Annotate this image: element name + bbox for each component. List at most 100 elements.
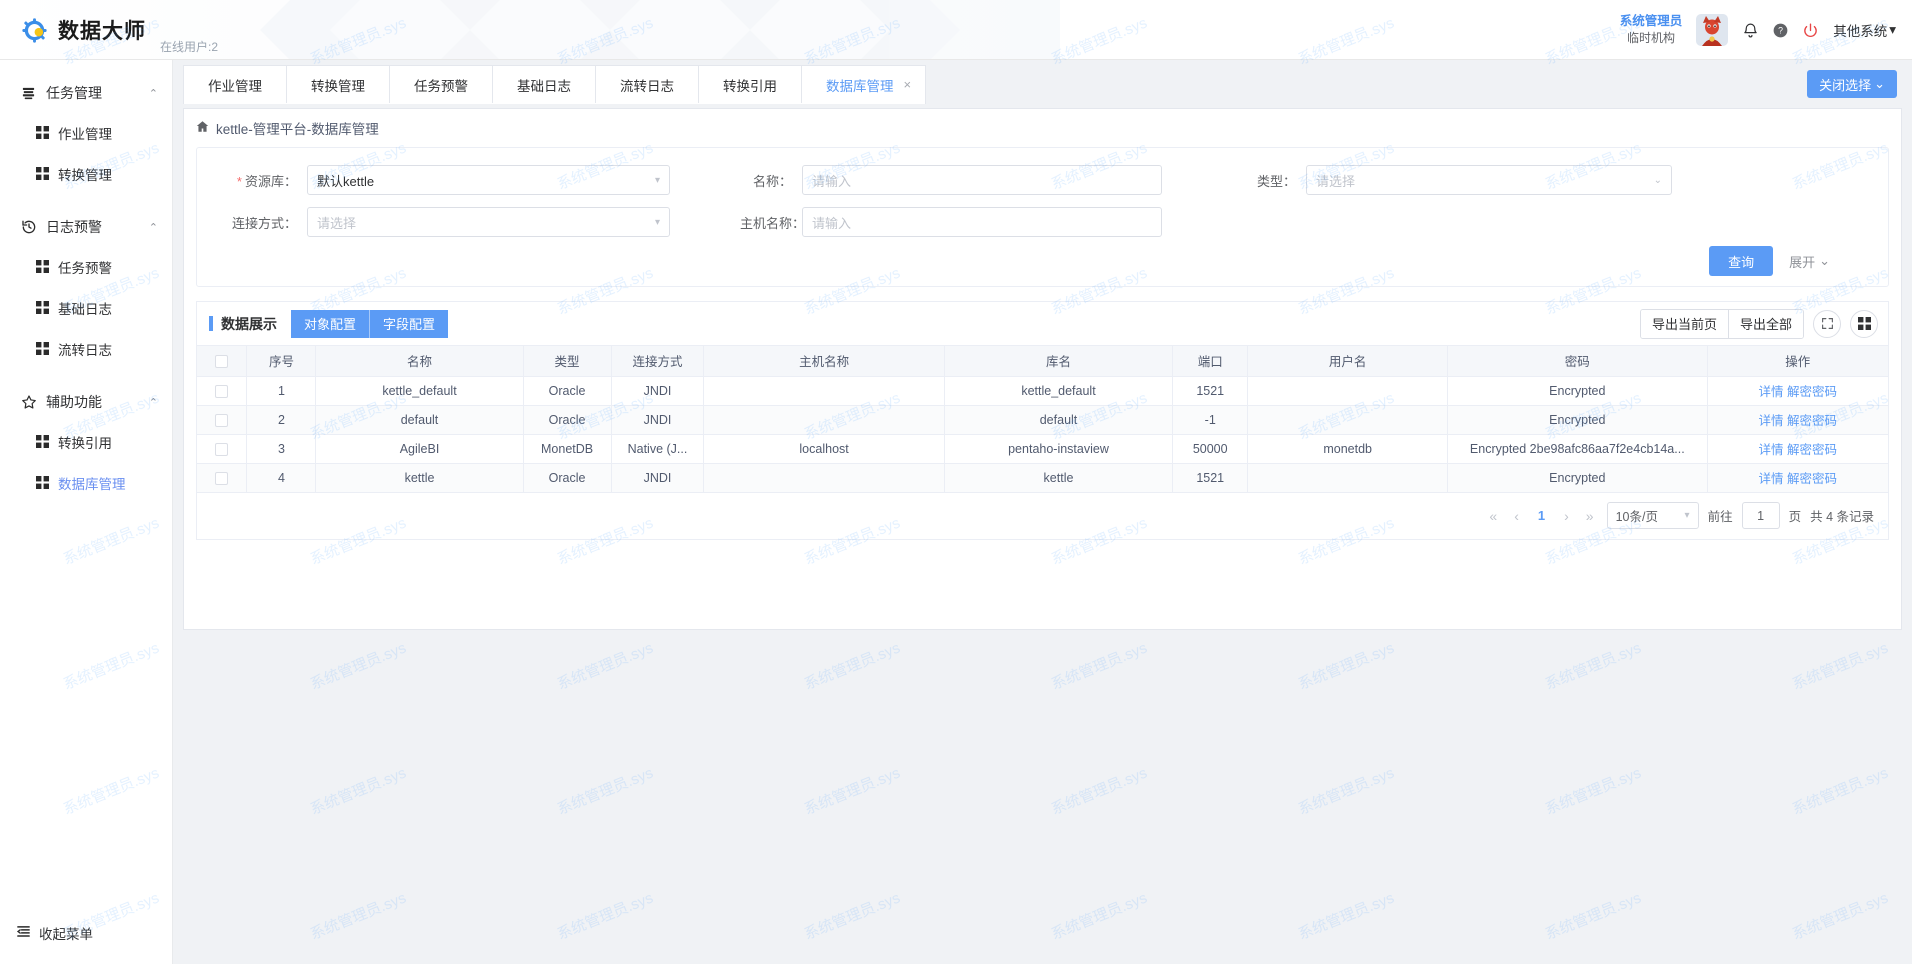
page-size-select[interactable]: 10条/页 ▾ bbox=[1606, 502, 1699, 529]
field-label-repository: * 资源库： bbox=[236, 173, 297, 189]
sidebar-item-basic-log[interactable]: 基础日志 bbox=[0, 287, 172, 328]
next-page-button[interactable]: › bbox=[1560, 508, 1573, 524]
decrypt-password-link[interactable]: 解密密码 bbox=[1787, 443, 1837, 457]
watermark-text: 系统管理员.sys bbox=[1789, 639, 1891, 694]
chevron-up-icon: ⌃ bbox=[148, 87, 158, 100]
sidebar-group-log-alert: 日志预警 ⌃ 任务预警 基础日志 流转日志 bbox=[0, 208, 172, 369]
cell-operations: 详情 解密密码 bbox=[1707, 376, 1888, 406]
field-connect-mode: 连接方式： 请选择 ▾ bbox=[197, 207, 670, 237]
system-switcher[interactable]: 其他系统 ▾ bbox=[1833, 20, 1896, 40]
header-select-all bbox=[197, 346, 248, 377]
detail-link[interactable]: 详情 bbox=[1759, 414, 1784, 428]
query-button[interactable]: 查询 bbox=[1709, 246, 1774, 276]
chevron-up-icon: ⌃ bbox=[148, 221, 158, 234]
panel-title: 数据展示 bbox=[221, 315, 277, 332]
watermark-text: 系统管理员.sys bbox=[801, 889, 903, 944]
cell-port: 1521 bbox=[1172, 463, 1249, 493]
cell-seq: 3 bbox=[246, 434, 317, 464]
tab-flow-log[interactable]: 流转日志 bbox=[596, 66, 699, 103]
avatar[interactable] bbox=[1696, 14, 1729, 46]
close-icon[interactable]: × bbox=[904, 77, 912, 92]
table-row[interactable]: 2 default Oracle JNDI default -1 Encrypt… bbox=[197, 405, 1888, 435]
decrypt-password-link[interactable]: 解密密码 bbox=[1787, 385, 1837, 399]
page-number-1[interactable]: 1 bbox=[1532, 508, 1551, 523]
table-toolbar-right: 导出当前页 导出全部 bbox=[1639, 308, 1878, 339]
detail-link[interactable]: 详情 bbox=[1759, 472, 1784, 486]
host-name-input[interactable]: 请输入 bbox=[802, 207, 1162, 237]
table-row[interactable]: 1 kettle_default Oracle JNDI kettle_defa… bbox=[197, 376, 1888, 406]
goto-page-input[interactable] bbox=[1741, 502, 1780, 529]
tab-job-management[interactable]: 作业管理 bbox=[184, 66, 287, 103]
first-page-button[interactable]: « bbox=[1485, 508, 1501, 524]
tab-task-alert[interactable]: 任务预警 bbox=[390, 66, 493, 103]
cell-name: kettle_default bbox=[315, 376, 524, 406]
decrypt-password-link[interactable]: 解密密码 bbox=[1787, 414, 1837, 428]
tab-transform-management[interactable]: 转换管理 bbox=[287, 66, 390, 103]
help-icon[interactable]: ? bbox=[1773, 23, 1788, 38]
sidebar-group-header-log-alert[interactable]: 日志预警 ⌃ bbox=[0, 208, 172, 246]
pagination: « ‹ 1 › » 10条/页 ▾ 前往 页 共 4 条记录 bbox=[197, 492, 1888, 539]
connect-mode-select[interactable]: 请选择 ▾ bbox=[307, 207, 670, 237]
cell-password: Encrypted bbox=[1447, 463, 1708, 493]
field-config-button[interactable]: 字段配置 bbox=[370, 309, 449, 338]
table-row[interactable]: 3 AgileBI MonetDB Native (J... localhost… bbox=[197, 434, 1888, 464]
sidebar-collapse-toggle[interactable]: 收起菜单 bbox=[0, 914, 172, 952]
sidebar-item-database-management[interactable]: 数据库管理 bbox=[0, 462, 172, 503]
prev-page-button[interactable]: ‹ bbox=[1510, 508, 1523, 524]
decrypt-password-link[interactable]: 解密密码 bbox=[1787, 472, 1837, 486]
expand-toggle[interactable]: 展开 ⌄ bbox=[1789, 252, 1830, 271]
watermark-text: 系统管理员.sys bbox=[1295, 889, 1397, 944]
sidebar-item-transform-reference[interactable]: 转换引用 bbox=[0, 421, 172, 462]
table-toolbar: 数据展示 对象配置 字段配置 导出当前页 导出全部 bbox=[197, 302, 1888, 346]
row-checkbox[interactable] bbox=[215, 471, 229, 485]
name-input[interactable]: 请输入 bbox=[802, 165, 1162, 195]
object-config-button[interactable]: 对象配置 bbox=[291, 309, 371, 338]
sidebar-item-flow-log[interactable]: 流转日志 bbox=[0, 328, 172, 369]
system-switcher-label: 其他系统 bbox=[1833, 24, 1888, 39]
cell-db: kettle bbox=[944, 463, 1174, 493]
tab-basic-log[interactable]: 基础日志 bbox=[493, 66, 596, 103]
page-size-value: 10条/页 bbox=[1615, 510, 1658, 524]
tab-transform-reference[interactable]: 转换引用 bbox=[699, 66, 802, 103]
connect-mode-placeholder: 请选择 bbox=[317, 215, 357, 231]
detail-link[interactable]: 详情 bbox=[1759, 443, 1784, 457]
brand[interactable]: 数据大师 在线用户:2 bbox=[22, 0, 218, 59]
last-page-button[interactable]: » bbox=[1582, 508, 1598, 524]
sidebar-group-header-auxiliary[interactable]: 辅助功能 ⌃ bbox=[0, 383, 172, 421]
table-card: 数据展示 对象配置 字段配置 导出当前页 导出全部 序号 名称 类型 连接方式 … bbox=[196, 301, 1889, 540]
export-all-button[interactable]: 导出全部 bbox=[1727, 309, 1803, 338]
select-all-checkbox[interactable] bbox=[215, 354, 229, 368]
home-icon[interactable] bbox=[196, 120, 209, 136]
export-current-page-button[interactable]: 导出当前页 bbox=[1640, 309, 1728, 338]
sidebar-item-job-management[interactable]: 作业管理 bbox=[0, 112, 172, 153]
type-select[interactable]: 请选择 ⌄ bbox=[1306, 165, 1672, 195]
sidebar-item-transform-management[interactable]: 转换管理 bbox=[0, 153, 172, 194]
bell-icon[interactable] bbox=[1742, 22, 1759, 39]
column-settings-icon[interactable] bbox=[1850, 309, 1878, 338]
row-checkbox[interactable] bbox=[215, 384, 229, 398]
user-info[interactable]: 系统管理员 临时机构 bbox=[1620, 13, 1683, 46]
tab-label: 任务预警 bbox=[414, 78, 468, 94]
user-organization: 临时机构 bbox=[1626, 31, 1675, 46]
row-checkbox[interactable] bbox=[215, 442, 229, 456]
stack-icon bbox=[20, 86, 37, 101]
cell-type: Oracle bbox=[523, 463, 612, 493]
detail-link[interactable]: 详情 bbox=[1759, 385, 1784, 399]
repository-select[interactable]: 默认kettle ▾ bbox=[307, 165, 670, 195]
sidebar-item-label: 数据库管理 bbox=[58, 476, 126, 492]
row-checkbox[interactable] bbox=[215, 413, 229, 427]
history-icon bbox=[20, 219, 37, 235]
table-row[interactable]: 4 kettle Oracle JNDI kettle 1521 Encrypt… bbox=[197, 463, 1888, 493]
chevron-down-icon: ⌄ bbox=[1819, 253, 1830, 268]
power-icon[interactable] bbox=[1802, 22, 1819, 39]
app-logo-icon bbox=[22, 17, 47, 43]
sidebar-group-header-task-management[interactable]: 任务管理 ⌃ bbox=[0, 74, 172, 112]
sidebar-item-task-alert[interactable]: 任务预警 bbox=[0, 246, 172, 287]
watermark-text: 系统管理员.sys bbox=[801, 639, 903, 694]
tab-database-management[interactable]: 数据库管理 × bbox=[802, 66, 925, 103]
close-select-button[interactable]: 关闭选择 ⌄ bbox=[1807, 70, 1897, 98]
search-row-1: * 资源库： 默认kettle ▾ 名称： 请输入 类型： 请选择 ⌄ bbox=[197, 162, 1888, 198]
table-body: 1 kettle_default Oracle JNDI kettle_defa… bbox=[197, 376, 1888, 493]
fullscreen-icon[interactable] bbox=[1813, 309, 1841, 338]
cell-db: default bbox=[944, 405, 1174, 435]
